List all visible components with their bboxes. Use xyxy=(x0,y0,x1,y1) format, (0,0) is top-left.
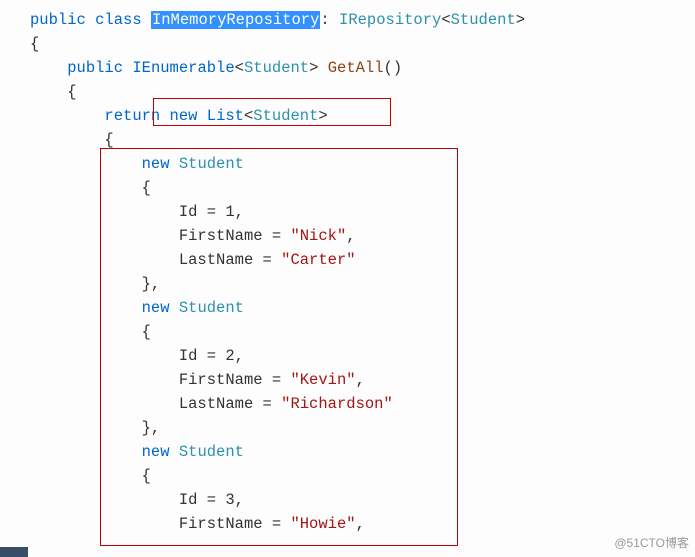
kw-public: public xyxy=(30,11,86,29)
prop-first: FirstName xyxy=(179,227,263,245)
kw-new: new xyxy=(142,155,170,173)
iface: IRepository xyxy=(339,11,441,29)
type-student: Student xyxy=(244,59,309,77)
prop-last: LastName xyxy=(179,251,253,269)
s1-id: 1 xyxy=(225,203,234,221)
type-student: Student xyxy=(179,155,244,173)
type-student: Student xyxy=(451,11,516,29)
kw-list: List xyxy=(207,107,244,125)
prop-id: Id xyxy=(179,491,198,509)
code-block: public class InMemoryRepository: IReposi… xyxy=(0,0,695,536)
kw-ienum: IEnumerable xyxy=(132,59,234,77)
s3-id: 3 xyxy=(225,491,234,509)
kw-new: new xyxy=(142,443,170,461)
s2-last: "Richardson" xyxy=(281,395,393,413)
kw-class: class xyxy=(95,11,142,29)
class-name-selected: InMemoryRepository xyxy=(151,11,320,29)
s3-first: "Howie" xyxy=(290,515,355,533)
bottom-bar-fragment xyxy=(0,547,28,557)
kw-public: public xyxy=(67,59,123,77)
s1-first: "Nick" xyxy=(290,227,346,245)
watermark: @51CTO博客 xyxy=(614,534,689,553)
s1-last: "Carter" xyxy=(281,251,355,269)
prop-id: Id xyxy=(179,347,198,365)
type-student: Student xyxy=(179,299,244,317)
kw-new: new xyxy=(142,299,170,317)
prop-first: FirstName xyxy=(179,371,263,389)
prop-last: LastName xyxy=(179,395,253,413)
prop-id: Id xyxy=(179,203,198,221)
kw-return: return xyxy=(104,107,160,125)
prop-first: FirstName xyxy=(179,515,263,533)
type-student: Student xyxy=(253,107,318,125)
kw-new: new xyxy=(170,107,198,125)
s2-id: 2 xyxy=(225,347,234,365)
s2-first: "Kevin" xyxy=(290,371,355,389)
method-name: GetAll xyxy=(328,59,384,77)
type-student: Student xyxy=(179,443,244,461)
